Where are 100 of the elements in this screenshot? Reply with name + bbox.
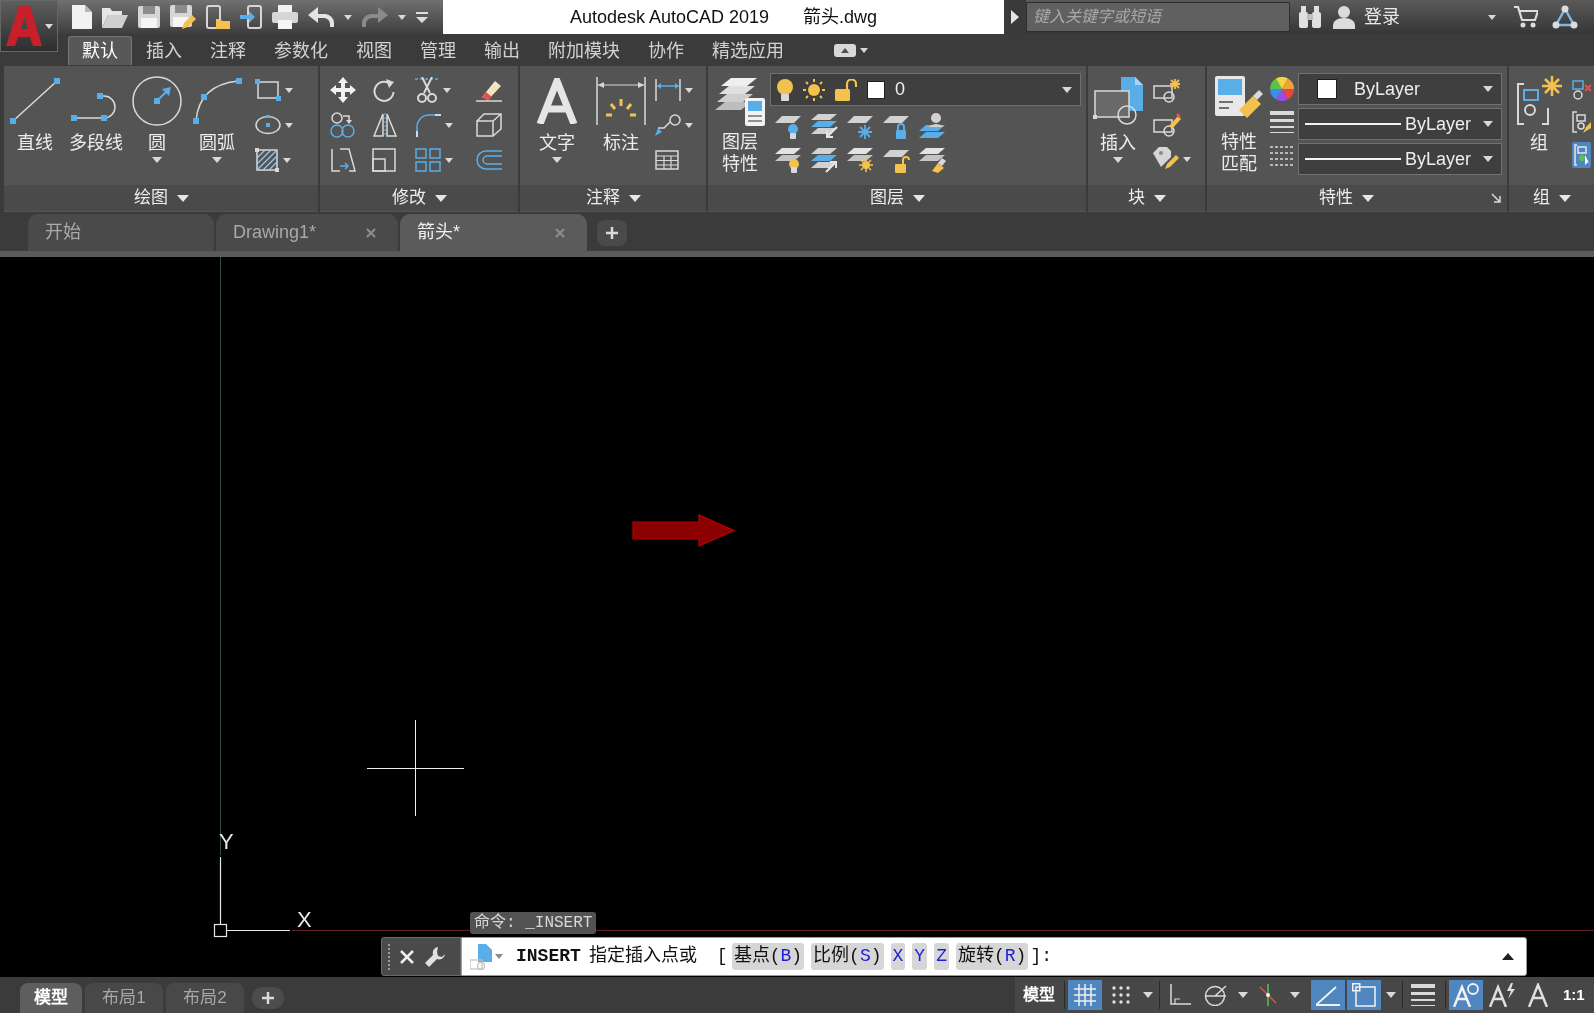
ellipse-icon[interactable] [255, 115, 281, 135]
caret-icon[interactable] [443, 87, 451, 93]
ribbon-tab[interactable]: 默认 [68, 36, 132, 65]
group-button[interactable]: 组 [1512, 66, 1566, 153]
caret-icon[interactable] [445, 122, 453, 128]
panel-title-button[interactable]: 组 [1509, 185, 1594, 211]
undo-icon[interactable] [308, 7, 334, 27]
command-option[interactable]: Z [934, 943, 949, 970]
cube-icon[interactable] [476, 113, 502, 137]
text-tool-button[interactable]: 文字 [528, 66, 586, 163]
eraser-icon[interactable] [476, 78, 502, 102]
offset-icon[interactable] [476, 150, 502, 170]
edit-block-icon[interactable] [1153, 113, 1181, 137]
printer-icon[interactable] [272, 5, 298, 29]
layer-lock-icon[interactable] [882, 113, 910, 139]
panel-title-button[interactable]: 图层 [708, 185, 1086, 211]
layers-bulb-icon[interactable] [774, 147, 802, 173]
quick-access-menu-icon[interactable] [416, 11, 428, 23]
leader-icon[interactable] [655, 114, 681, 136]
group-edit-icon[interactable] [1572, 111, 1591, 133]
layers-sun-icon[interactable] [846, 147, 874, 173]
scale-icon[interactable] [372, 148, 396, 172]
layer-properties-button[interactable]: 图层特性 [712, 66, 768, 175]
command-input-field[interactable]: INSERT 指定插入点或 [ 基点(B) 比例(S) X Y Z 旋转(R) ]: [461, 937, 1527, 976]
caret-icon[interactable] [685, 87, 693, 93]
phone-upload-icon[interactable] [240, 5, 262, 29]
layout-tab[interactable]: 布局1 [85, 983, 163, 1013]
layers-person-icon[interactable] [918, 113, 946, 139]
phone-folder-icon[interactable] [206, 5, 230, 29]
command-option[interactable]: 基点(B) [731, 943, 805, 970]
network-triangle-icon[interactable] [1552, 5, 1578, 29]
search-expand-button[interactable] [1004, 0, 1026, 34]
ribbon-tab[interactable]: 输出 [470, 36, 534, 65]
document-tab[interactable]: 箭头* [400, 214, 587, 251]
copy-icon[interactable] [330, 112, 356, 138]
caret-icon[interactable] [1113, 157, 1123, 163]
drawing-area[interactable]: Y X 命令: _INSERT INSERT 指定插入点或 [ 基点(B) 比例(S) X Y Z 旋转(R) ]: [0, 257, 1594, 977]
tracking-toggle[interactable] [1311, 980, 1345, 1010]
ribbon-tab[interactable]: 附加模块 [534, 36, 634, 65]
user-icon[interactable] [1333, 5, 1355, 29]
object-snap-toggle[interactable] [1347, 980, 1381, 1010]
grid-toggle[interactable] [1068, 980, 1102, 1010]
caret-icon[interactable] [1290, 992, 1300, 998]
panel-title-button[interactable]: 特性 [1207, 185, 1485, 211]
ribbon-tab[interactable]: 插入 [132, 36, 196, 65]
polyline-tool-button[interactable]: 多段线 [66, 66, 126, 153]
fillet-icon[interactable] [415, 113, 441, 137]
rotate-icon[interactable] [372, 78, 396, 102]
ungroup-icon[interactable] [1572, 79, 1591, 101]
dimension-tool-button[interactable]: 标注 [592, 66, 650, 153]
caret-icon[interactable] [552, 157, 562, 163]
linear-dimension-icon[interactable] [655, 79, 681, 101]
caret-icon[interactable] [445, 157, 453, 163]
layer-bulb-icon[interactable] [774, 113, 802, 139]
model-space-button[interactable]: 模型 [1017, 980, 1061, 1010]
lineweight-icon[interactable] [1270, 111, 1294, 133]
annotation-visibility-toggle[interactable] [1449, 980, 1483, 1010]
caret-icon[interactable] [1183, 156, 1191, 162]
caret-icon[interactable] [283, 157, 291, 163]
caret-icon[interactable] [685, 122, 693, 128]
caret-icon[interactable] [344, 14, 352, 20]
caret-icon[interactable] [1488, 14, 1496, 20]
layout-tab[interactable]: 布局2 [166, 983, 244, 1013]
line-dropdown[interactable]: ByLayer [1298, 143, 1502, 175]
linetype-icon[interactable] [1270, 146, 1294, 166]
layer-unlock-icon[interactable] [882, 147, 910, 173]
panel-title-button[interactable]: 注释 [520, 185, 706, 211]
open-folder-icon[interactable] [102, 6, 128, 28]
cart-icon[interactable] [1514, 6, 1538, 28]
match-properties-button[interactable]: 特性匹配 [1211, 66, 1266, 175]
color-dropdown[interactable]: ByLayer [1298, 73, 1502, 105]
command-option[interactable]: 旋转(R) [955, 943, 1029, 970]
ribbon-tab[interactable]: 参数化 [260, 36, 342, 65]
insert-block-button[interactable]: 插入 [1090, 66, 1146, 163]
panel-title-button[interactable]: 块 [1088, 185, 1205, 211]
layout-tab[interactable]: 模型 [20, 983, 82, 1013]
line-tool-button[interactable]: 直线 [7, 66, 63, 153]
create-block-icon[interactable] [1153, 79, 1181, 103]
caret-icon[interactable] [398, 14, 406, 20]
layers-arrow-icon[interactable] [810, 147, 838, 173]
hatch-icon[interactable] [255, 148, 279, 172]
layers-arrow-icon[interactable] [810, 113, 838, 139]
command-option[interactable]: Y [912, 943, 928, 970]
stretch-icon[interactable] [330, 147, 356, 173]
line-dropdown[interactable]: ByLayer [1298, 108, 1502, 140]
caret-icon[interactable] [152, 157, 162, 163]
caret-icon[interactable] [285, 87, 293, 93]
tag-pencil-icon[interactable] [1153, 147, 1179, 171]
dialog-launcher-button[interactable] [1485, 185, 1507, 211]
layer-snowflake-icon[interactable] [846, 113, 874, 139]
caret-icon[interactable] [1143, 992, 1153, 998]
caret-icon[interactable] [285, 122, 293, 128]
caret-icon[interactable] [212, 157, 222, 163]
ribbon-tab[interactable]: 精选应用 [698, 36, 798, 65]
arc-tool-button[interactable]: 圆弧 [188, 66, 246, 163]
document-tab[interactable]: 开始 [28, 214, 214, 251]
table-icon[interactable] [655, 150, 679, 170]
new-tab-button[interactable] [597, 220, 627, 246]
rectangle-icon[interactable] [255, 79, 281, 101]
redo-icon[interactable] [362, 7, 388, 27]
